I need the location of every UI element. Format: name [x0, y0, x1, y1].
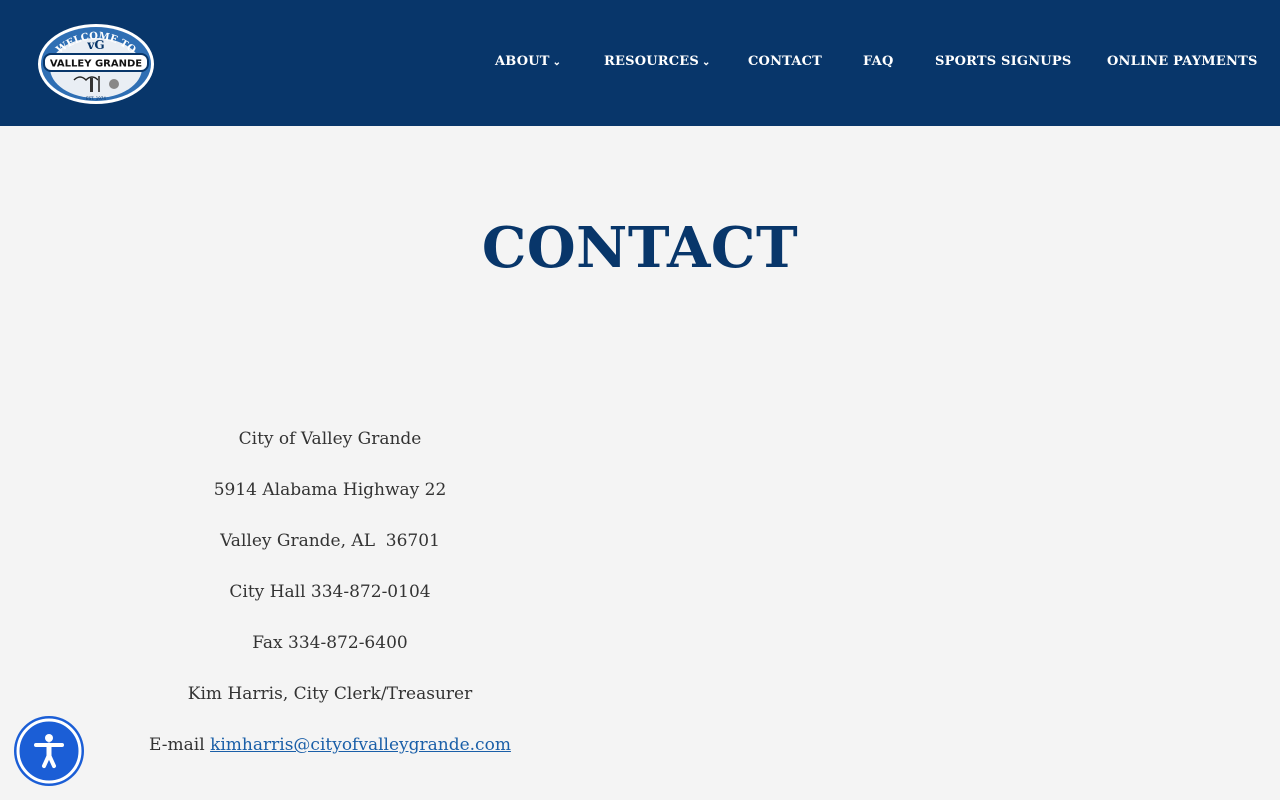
- email-link[interactable]: kimharris@cityofvalleygrande.com: [210, 735, 511, 755]
- svg-text:EST. 1974: EST. 1974: [86, 96, 106, 101]
- contact-city-state-zip: Valley Grande, AL 36701: [220, 531, 440, 551]
- contact-street: 5914 Alabama Highway 22: [213, 480, 447, 500]
- contact-city-hall-phone: City Hall 334-872-0104: [229, 582, 431, 602]
- nav-contact-label: CONTACT: [748, 54, 823, 69]
- page-title: CONTACT: [481, 215, 799, 281]
- nav-faq[interactable]: FAQ: [863, 54, 893, 69]
- svg-text:VALLEY GRANDE: VALLEY GRANDE: [50, 59, 142, 70]
- nav-sports-signups[interactable]: SPORTS SIGNUPS: [935, 54, 1071, 69]
- contact-clerk: Kim Harris, City Clerk/Treasurer: [187, 684, 473, 704]
- site-logo[interactable]: WELCOME TO vG VALLEY GRANDE EST. 1974: [34, 22, 158, 106]
- nav-online-payments[interactable]: ONLINE PAYMENTS: [1107, 54, 1258, 69]
- contact-city-name: City of Valley Grande: [238, 429, 422, 449]
- chevron-down-icon: ⌄: [702, 56, 711, 68]
- nav-contact[interactable]: CONTACT: [748, 54, 822, 69]
- chevron-down-icon: ⌄: [552, 56, 562, 68]
- site-header: WELCOME TO vG VALLEY GRANDE EST. 1974 AB…: [0, 0, 1280, 126]
- nav-resources[interactable]: RESOURCES ⌄: [604, 54, 711, 69]
- accessibility-button[interactable]: [14, 716, 84, 786]
- svg-text:vG: vG: [86, 38, 104, 52]
- contact-email-row: E-mail kimharris@cityofvalleygrande.com: [130, 730, 530, 781]
- nav-faq-label: FAQ: [863, 54, 894, 69]
- nav-about-label: ABOUT: [495, 54, 550, 69]
- email-label: E-mail: [149, 735, 211, 755]
- contact-fax: Fax 334-872-6400: [252, 633, 408, 653]
- nav-about[interactable]: ABOUT ⌄: [495, 54, 561, 69]
- contact-info: City of Valley Grande 5914 Alabama Highw…: [130, 424, 530, 781]
- accessibility-icon: [16, 718, 82, 784]
- nav-sports-signups-label: SPORTS SIGNUPS: [935, 54, 1072, 69]
- nav-resources-label: RESOURCES: [604, 54, 700, 69]
- nav-online-payments-label: ONLINE PAYMENTS: [1107, 54, 1258, 69]
- valley-grande-logo: WELCOME TO vG VALLEY GRANDE EST. 1974: [38, 24, 154, 104]
